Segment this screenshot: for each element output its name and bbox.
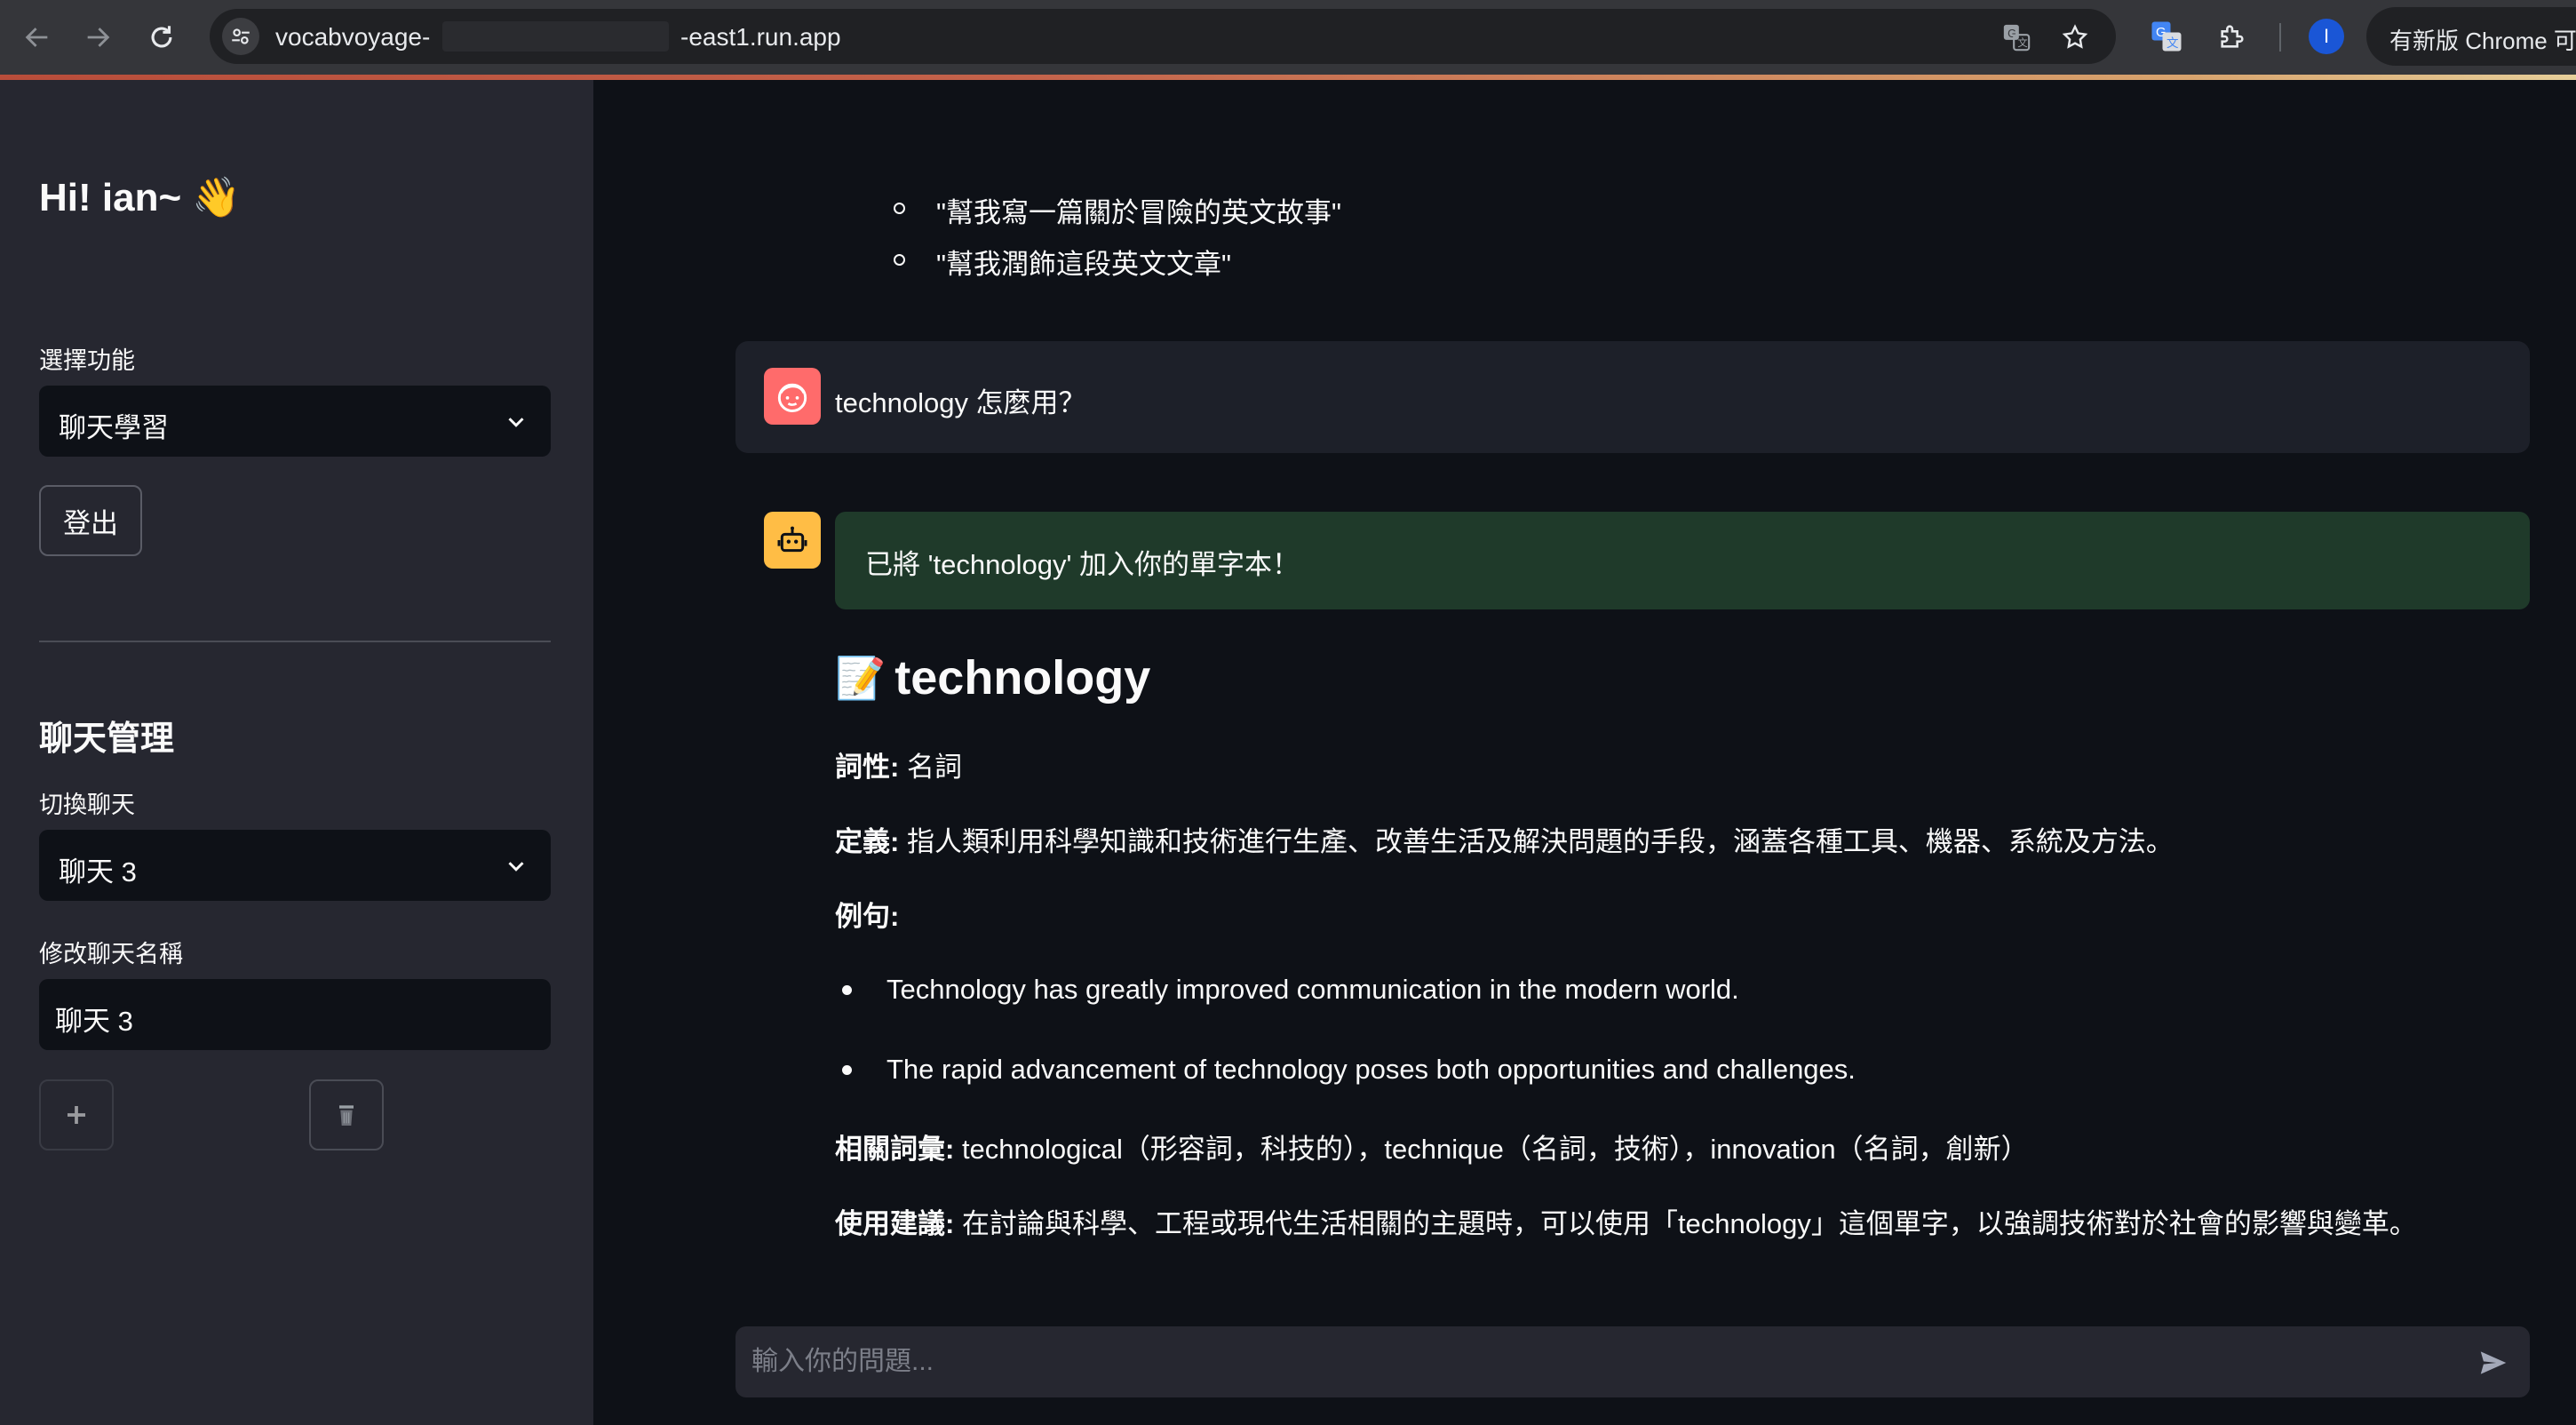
add-chat-button[interactable] bbox=[39, 1079, 114, 1150]
svg-text:G: G bbox=[2008, 27, 2016, 40]
assistant-avatar bbox=[764, 512, 821, 569]
pos-label: 詞性: bbox=[835, 752, 900, 783]
sidebar-divider bbox=[39, 641, 551, 642]
chevron-down-icon bbox=[508, 862, 524, 872]
vocab-word: technology bbox=[894, 651, 1151, 705]
url-prefix: vocabvoyage- bbox=[275, 23, 431, 51]
reload-icon[interactable] bbox=[140, 16, 183, 59]
suggestion-item: "幫我寫一篇關於冒險的英文故事" bbox=[936, 197, 1342, 228]
example-sentence: The rapid advancement of technology pose… bbox=[886, 1054, 1856, 1085]
vocab-word-heading: 📝 technology bbox=[835, 650, 1150, 705]
google-translate-extension-icon[interactable]: G文 bbox=[2148, 18, 2185, 55]
trash-icon bbox=[339, 1105, 354, 1126]
related-words-line: 相關詞彙: technological（形容詞，科技的），technique（名… bbox=[835, 1126, 2029, 1166]
svg-text:文: 文 bbox=[2017, 36, 2027, 49]
address-bar[interactable]: vocabvoyage- -east1.run.app G文 bbox=[210, 9, 2116, 64]
extensions-puzzle-icon[interactable] bbox=[2214, 18, 2251, 55]
url-redaction bbox=[442, 21, 669, 52]
examples-label: 例句: bbox=[835, 901, 900, 932]
chrome-update-button[interactable]: 有新版 Chrome 可 bbox=[2366, 7, 2576, 66]
related-value: technological（形容詞，科技的），technique（名詞，技術），… bbox=[954, 1134, 2029, 1165]
memo-icon: 📝 bbox=[835, 654, 886, 701]
related-label: 相關詞彙: bbox=[835, 1134, 955, 1165]
delete-chat-button[interactable] bbox=[309, 1079, 384, 1150]
logout-button[interactable]: 登出 bbox=[39, 485, 142, 556]
plus-icon bbox=[68, 1106, 85, 1124]
definition-label: 定義: bbox=[835, 826, 900, 857]
site-info-icon[interactable] bbox=[222, 18, 259, 55]
chat-management-heading: 聊天管理 bbox=[39, 720, 175, 758]
bookmark-star-icon[interactable] bbox=[2057, 20, 2093, 55]
feature-select-label: 選擇功能 bbox=[39, 347, 135, 374]
definition-value: 指人類利用科學知識和技術進行生產、改善生活及解決問題的手段，涵蓋各種工具、機器、… bbox=[899, 826, 2174, 857]
feature-select[interactable]: 聊天學習 bbox=[39, 386, 551, 457]
success-alert: 已將 'technology' 加入你的單字本！ bbox=[835, 512, 2530, 609]
example-sentence: Technology has greatly improved communic… bbox=[886, 974, 1739, 1005]
suggestion-item: "幫我潤飾這段英文文章" bbox=[936, 249, 1232, 280]
rename-chat-label: 修改聊天名稱 bbox=[39, 941, 183, 967]
definition-line: 定義: 指人類利用科學知識和技術進行生產、改善生活及解決問題的手段，涵蓋各種工具… bbox=[835, 819, 2174, 859]
switch-chat-label: 切換聊天 bbox=[39, 792, 135, 818]
chevron-down-icon bbox=[508, 418, 524, 427]
list-bullet bbox=[894, 203, 905, 214]
send-button[interactable] bbox=[2475, 1344, 2512, 1381]
usage-value: 在討論與科學、工程或現代生活相關的主題時，可以使用「technology」這個單… bbox=[954, 1208, 2417, 1239]
greeting-heading: Hi! ian~ 👋 bbox=[39, 176, 242, 219]
url-suffix: -east1.run.app bbox=[680, 23, 841, 51]
list-bullet bbox=[842, 1065, 852, 1075]
translate-icon[interactable]: G文 bbox=[1999, 20, 2034, 55]
user-avatar bbox=[764, 368, 821, 425]
usage-tip-line: 使用建議: 在討論與科學、工程或現代生活相關的主題時，可以使用「technolo… bbox=[835, 1201, 2417, 1241]
chat-input[interactable] bbox=[751, 1342, 2439, 1381]
switch-chat-value: 聊天 3 bbox=[59, 856, 137, 888]
part-of-speech-line: 詞性: 名詞 bbox=[835, 744, 962, 784]
usage-label: 使用建議: bbox=[835, 1208, 955, 1239]
chat-input-box bbox=[735, 1326, 2530, 1397]
feature-select-value: 聊天學習 bbox=[59, 412, 169, 443]
list-bullet bbox=[842, 985, 852, 995]
list-bullet bbox=[894, 254, 905, 266]
toolbar-separator bbox=[2279, 23, 2281, 52]
pos-value: 名詞 bbox=[899, 752, 962, 783]
robot-icon bbox=[777, 526, 807, 553]
back-icon[interactable] bbox=[16, 16, 59, 59]
send-icon bbox=[2480, 1351, 2507, 1374]
switch-chat-select[interactable]: 聊天 3 bbox=[39, 830, 551, 901]
rename-chat-input[interactable]: 聊天 3 bbox=[39, 979, 551, 1050]
profile-avatar[interactable]: I bbox=[2309, 19, 2344, 54]
user-message-text: technology 怎麼用？ bbox=[835, 387, 1086, 418]
examples-line: 例句: bbox=[835, 894, 899, 934]
user-face-icon bbox=[777, 383, 807, 412]
svg-text:文: 文 bbox=[2167, 36, 2179, 51]
browser-toolbar: vocabvoyage- -east1.run.app G文 G文 I 有新版 … bbox=[0, 0, 2576, 75]
forward-icon[interactable] bbox=[76, 16, 119, 59]
